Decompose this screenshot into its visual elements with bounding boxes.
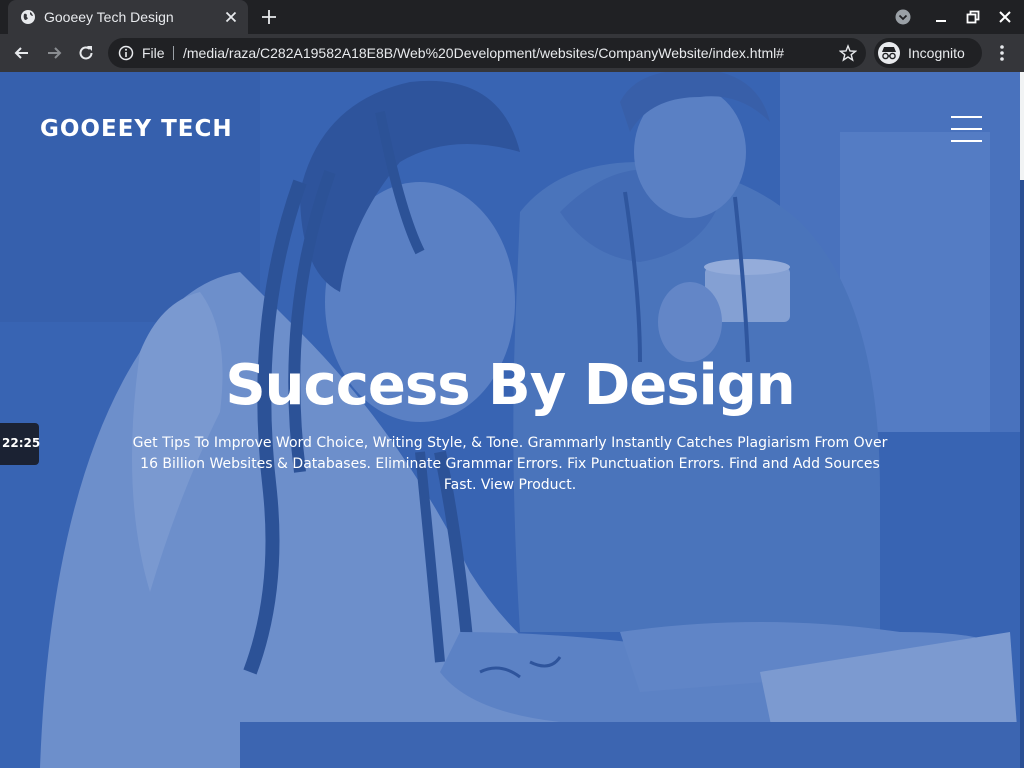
kebab-menu-icon[interactable] [994, 43, 1010, 63]
address-bar[interactable]: File /media/raza/C282A19582A18E8B/Web%20… [108, 38, 866, 68]
close-window-icon[interactable] [996, 8, 1014, 26]
globe-icon [21, 10, 35, 24]
incognito-icon [878, 42, 900, 64]
incognito-badge[interactable]: Incognito [874, 38, 982, 68]
page-scrollbar[interactable] [1020, 72, 1024, 768]
omnibox-divider [173, 46, 174, 60]
minimize-icon[interactable] [932, 8, 950, 26]
url-scheme-label: File [142, 45, 165, 61]
tab-strip: Gooeey Tech Design [0, 0, 1024, 34]
hamburger-icon[interactable] [951, 116, 982, 144]
star-icon[interactable] [839, 44, 857, 62]
reload-icon[interactable] [76, 43, 96, 63]
restore-icon[interactable] [964, 8, 982, 26]
arrow-right-icon[interactable] [44, 43, 64, 63]
plus-icon[interactable] [260, 8, 278, 26]
browser-tab[interactable]: Gooeey Tech Design [8, 0, 248, 34]
incognito-label: Incognito [908, 45, 965, 61]
site-logo[interactable]: GOOEEY TECH [40, 116, 233, 142]
hero-overlay [0, 72, 1020, 768]
close-icon[interactable] [223, 9, 239, 25]
tab-title: Gooeey Tech Design [44, 9, 174, 25]
clock-time: 22:25 [2, 436, 41, 450]
page-viewport: GOOEEY TECH Success By Design Get Tips T… [0, 72, 1024, 768]
scrollbar-thumb[interactable] [1020, 72, 1024, 180]
url-text[interactable]: /media/raza/C282A19582A18E8B/Web%20Devel… [183, 45, 784, 61]
tab-search-icon[interactable] [894, 8, 912, 26]
arrow-left-icon[interactable] [12, 43, 32, 63]
hero-title: Success By Design [225, 353, 795, 418]
clock-widget: 22:25 [0, 423, 41, 465]
hero-description: Get Tips To Improve Word Choice, Writing… [132, 435, 888, 493]
browser-toolbar: File /media/raza/C282A19582A18E8B/Web%20… [0, 34, 1024, 72]
info-icon[interactable] [118, 45, 134, 61]
